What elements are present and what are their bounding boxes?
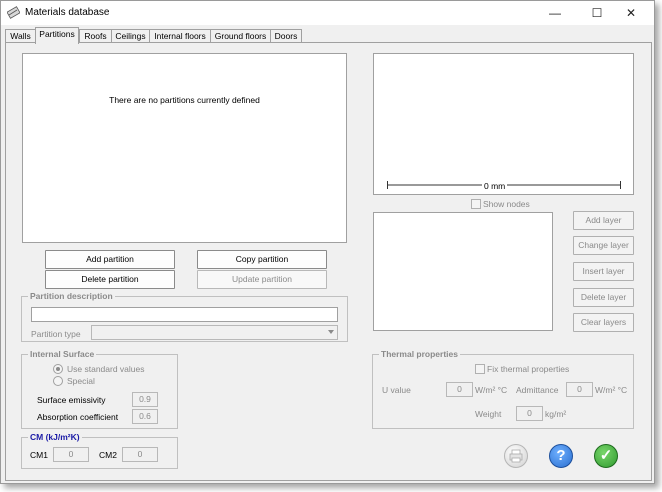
question-mark-icon: ?: [556, 447, 566, 464]
app-icon: [7, 6, 20, 19]
internal-surface-title: Internal Surface: [28, 349, 97, 359]
ok-button[interactable]: ✓: [594, 444, 618, 468]
admittance-label: Admittance: [516, 385, 559, 395]
copy-partition-button[interactable]: Copy partition: [197, 250, 327, 269]
u-value-unit: W/m² °C: [475, 385, 508, 395]
cm1-label: CM1: [30, 450, 48, 460]
fix-thermal-properties-label: Fix thermal properties: [487, 364, 570, 374]
thermal-properties-title: Thermal properties: [379, 349, 460, 359]
special-radio[interactable]: [53, 376, 63, 386]
admittance-unit: W/m² °C: [595, 385, 628, 395]
partitions-list[interactable]: There are no partitions currently define…: [22, 53, 347, 243]
delete-layer-button[interactable]: Delete layer: [573, 288, 634, 307]
admittance-input[interactable]: 0: [566, 382, 593, 397]
weight-unit: kg/m²: [545, 409, 567, 419]
cm2-value: 0: [122, 447, 158, 462]
delete-partition-button[interactable]: Delete partition: [45, 270, 175, 289]
partition-description-title: Partition description: [28, 291, 115, 301]
title-bar: Materials database — ☐ ✕: [1, 1, 654, 25]
partition-description-input[interactable]: [31, 307, 338, 322]
cm2-label: CM2: [99, 450, 117, 460]
partitions-panel: There are no partitions currently define…: [5, 42, 652, 481]
internal-surface-group: Internal Surface Use standard values Spe…: [21, 349, 178, 429]
special-label: Special: [67, 376, 95, 386]
tab-internal-floors[interactable]: Internal floors: [149, 29, 211, 43]
partition-type-select[interactable]: [91, 325, 338, 340]
absorption-coefficient-input[interactable]: 0.6: [132, 409, 158, 424]
help-button[interactable]: ?: [549, 444, 573, 468]
surface-emissivity-input[interactable]: 0.9: [132, 392, 158, 407]
u-value-label: U value: [382, 385, 411, 395]
use-standard-values-radio[interactable]: [53, 364, 63, 374]
materials-database-window: Materials database — ☐ ✕ Walls Partition…: [0, 0, 655, 484]
cm-title: CM (kJ/m²K): [28, 432, 82, 442]
partition-type-label: Partition type: [31, 329, 81, 339]
insert-layer-button[interactable]: Insert layer: [573, 262, 634, 281]
u-value-input[interactable]: 0: [446, 382, 473, 397]
update-partition-button[interactable]: Update partition: [197, 270, 327, 289]
change-layer-button[interactable]: Change layer: [573, 236, 634, 255]
cm1-value: 0: [53, 447, 89, 462]
add-partition-button[interactable]: Add partition: [45, 250, 175, 269]
use-standard-values-label: Use standard values: [67, 364, 145, 374]
show-nodes-label: Show nodes: [483, 199, 530, 209]
window-title: Materials database: [25, 7, 110, 18]
checkmark-icon: ✓: [599, 447, 613, 464]
show-nodes-checkbox[interactable]: [471, 199, 481, 209]
cross-section-preview: 0 mm: [373, 53, 634, 195]
tab-partitions[interactable]: Partitions: [35, 27, 79, 44]
clear-layers-button[interactable]: Clear layers: [573, 313, 634, 332]
minimize-button[interactable]: —: [541, 4, 569, 22]
weight-input[interactable]: 0: [516, 406, 543, 421]
maximize-button[interactable]: ☐: [583, 4, 611, 22]
fix-thermal-properties-checkbox[interactable]: [475, 364, 485, 374]
layers-list[interactable]: [373, 212, 553, 331]
print-button[interactable]: [504, 444, 528, 468]
thermal-properties-group: Thermal properties Fix thermal propertie…: [372, 349, 634, 429]
tab-ground-floors[interactable]: Ground floors: [210, 29, 271, 43]
absorption-coefficient-label: Absorption coefficient: [37, 412, 119, 422]
partition-description-group: Partition description Partition type: [21, 291, 348, 342]
add-layer-button[interactable]: Add layer: [573, 211, 634, 230]
tab-roofs[interactable]: Roofs: [79, 29, 112, 43]
empty-list-message: There are no partitions currently define…: [109, 95, 260, 105]
cm-group: CM (kJ/m²K) CM1 0 CM2 0: [21, 432, 178, 469]
scale-label: 0 mm: [482, 181, 508, 191]
tab-ceilings[interactable]: Ceilings: [111, 29, 150, 43]
surface-emissivity-label: Surface emissivity: [37, 395, 106, 405]
tab-doors[interactable]: Doors: [270, 29, 302, 43]
tab-walls[interactable]: Walls: [5, 29, 36, 43]
printer-icon: [509, 449, 523, 463]
close-button[interactable]: ✕: [617, 4, 645, 22]
weight-label: Weight: [475, 409, 502, 419]
chevron-down-icon: [328, 330, 334, 334]
